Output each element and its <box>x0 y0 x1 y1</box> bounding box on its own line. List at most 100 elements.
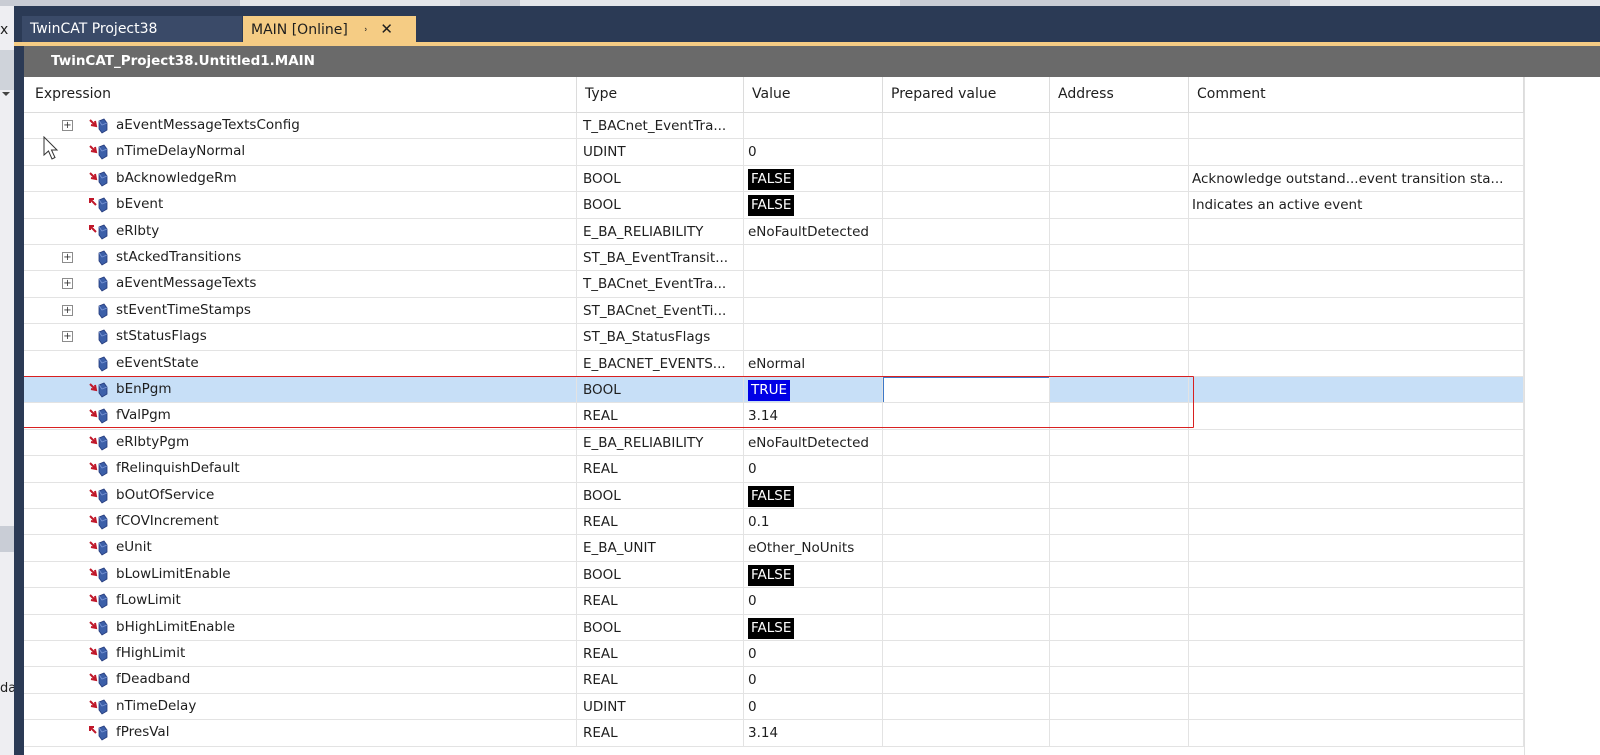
value-cell[interactable]: FALSE <box>744 561 883 589</box>
prepared-value-cell[interactable] <box>883 192 1050 219</box>
value-cell[interactable]: FALSE <box>744 614 883 641</box>
table-row[interactable]: bHighLimitEnable BOOL FALSE <box>24 614 1524 641</box>
value-cell[interactable]: 3.14 <box>744 720 883 747</box>
value-cell[interactable]: 0 <box>744 139 883 166</box>
expand-plus-icon[interactable]: + <box>62 331 73 343</box>
prepared-value-cell[interactable] <box>883 165 1050 193</box>
expression-cell[interactable]: fHighLimit <box>24 641 577 668</box>
expression-cell[interactable]: bHighLimitEnable <box>24 614 577 641</box>
expression-cell[interactable]: + aEventMessageTextsConfig <box>24 113 577 140</box>
table-row[interactable]: fDeadband REAL 0 <box>24 667 1524 694</box>
pin-icon[interactable]: ˒ <box>364 23 368 37</box>
column-header-address[interactable]: Address <box>1050 77 1189 112</box>
table-row[interactable]: bAcknowledgeRm BOOL FALSE Acknowledge outst… <box>24 165 1524 193</box>
table-row[interactable]: eUnit E_BA_UNIT eOther_NoUnits <box>24 535 1524 562</box>
table-row[interactable]: nTimeDelayNormal UDINT 0 <box>24 139 1524 166</box>
column-header-type[interactable]: Type <box>577 77 744 112</box>
expression-cell[interactable]: fValPgm <box>24 403 577 430</box>
table-row[interactable]: bOutOfService BOOL FALSE <box>24 482 1524 509</box>
expression-cell[interactable]: fPresVal <box>24 720 577 747</box>
left-panel-close-icon[interactable]: x <box>0 22 8 38</box>
prepared-value-cell[interactable] <box>883 245 1050 272</box>
expression-cell[interactable]: fCOVIncrement <box>24 509 577 536</box>
prepared-value-cell[interactable] <box>883 377 1050 404</box>
expand-plus-icon[interactable]: + <box>62 278 73 290</box>
table-row[interactable]: fValPgm REAL 3.14 <box>24 403 1524 430</box>
table-row[interactable]: + stStatusFlags ST_BA_StatusFlags <box>24 324 1524 351</box>
prepared-value-cell[interactable] <box>883 667 1050 694</box>
value-cell[interactable] <box>744 324 883 351</box>
value-cell[interactable]: FALSE <box>744 482 883 509</box>
prepared-value-cell[interactable] <box>883 271 1050 298</box>
prepared-value-cell[interactable] <box>883 561 1050 589</box>
value-cell[interactable] <box>744 245 883 272</box>
expression-cell[interactable]: + stStatusFlags <box>24 324 577 351</box>
expression-cell[interactable]: bEvent <box>24 192 577 219</box>
prepared-value-cell[interactable] <box>883 482 1050 509</box>
tab-main-online[interactable]: MAIN [Online] ˒ ✕ <box>243 16 416 42</box>
prepared-value-cell[interactable] <box>883 588 1050 615</box>
value-cell[interactable]: 0 <box>744 667 883 694</box>
value-cell[interactable]: 3.14 <box>744 403 883 430</box>
expand-plus-icon[interactable]: + <box>62 304 73 316</box>
expression-cell[interactable]: fRelinquishDefault <box>24 456 577 483</box>
prepared-value-cell[interactable] <box>883 139 1050 166</box>
table-row[interactable]: + stEventTimeStamps ST_BACnet_EventTi... <box>24 297 1524 325</box>
prepared-value-cell[interactable] <box>883 350 1050 377</box>
value-cell[interactable] <box>744 271 883 298</box>
value-cell[interactable] <box>744 297 883 325</box>
left-panel-selected-item[interactable] <box>0 526 14 552</box>
expression-cell[interactable]: bAcknowledgeRm <box>24 165 577 193</box>
table-row[interactable]: + aEventMessageTextsConfig T_BACnet_EventT… <box>24 113 1524 140</box>
table-row[interactable]: nTimeDelay UDINT 0 <box>24 693 1524 721</box>
table-row[interactable]: + aEventMessageTexts T_BACnet_EventTra... <box>24 271 1524 298</box>
value-cell[interactable]: 0 <box>744 693 883 721</box>
column-header-expression[interactable]: Expression <box>24 77 577 112</box>
expression-cell[interactable]: eRlbtyPgm <box>24 429 577 457</box>
value-cell[interactable]: TRUE <box>744 377 883 404</box>
column-header-prepared-value[interactable]: Prepared value <box>883 77 1050 112</box>
expression-cell[interactable]: nTimeDelay <box>24 693 577 721</box>
expression-cell[interactable]: eUnit <box>24 535 577 562</box>
expand-plus-icon[interactable]: + <box>62 252 73 263</box>
expression-cell[interactable]: + stEventTimeStamps <box>24 297 577 325</box>
expression-cell[interactable]: eEventState <box>24 350 577 377</box>
left-panel-combo[interactable] <box>0 50 14 90</box>
expression-cell[interactable]: eRlbty <box>24 218 577 245</box>
expression-cell[interactable]: nTimeDelayNormal <box>24 139 577 166</box>
value-cell[interactable]: eNoFaultDetected <box>744 429 883 457</box>
prepared-value-input[interactable] <box>883 377 1049 403</box>
table-row[interactable]: bLowLimitEnable BOOL FALSE <box>24 561 1524 589</box>
column-header-value[interactable]: Value <box>744 77 883 112</box>
tab-twincat-project38[interactable]: TwinCAT Project38 <box>22 16 242 42</box>
expression-cell[interactable]: bLowLimitEnable <box>24 561 577 589</box>
table-row[interactable]: fLowLimit REAL 0 <box>24 588 1524 615</box>
value-cell[interactable]: eNormal <box>744 350 883 377</box>
expression-cell[interactable]: + stAckedTransitions <box>24 245 577 272</box>
prepared-value-cell[interactable] <box>883 324 1050 351</box>
prepared-value-cell[interactable] <box>883 456 1050 483</box>
value-cell[interactable]: 0.1 <box>744 509 883 536</box>
table-row[interactable]: eEventState E_BACNET_EVENTS... eNormal <box>24 350 1524 377</box>
expression-cell[interactable]: + aEventMessageTexts <box>24 271 577 298</box>
prepared-value-cell[interactable] <box>883 403 1050 430</box>
prepared-value-cell[interactable] <box>883 720 1050 747</box>
table-row[interactable]: fPresVal REAL 3.14 <box>24 720 1524 747</box>
table-row[interactable]: fRelinquishDefault REAL 0 <box>24 456 1524 483</box>
value-cell[interactable]: FALSE <box>744 192 883 219</box>
prepared-value-cell[interactable] <box>883 429 1050 457</box>
column-header-comment[interactable]: Comment <box>1189 77 1524 112</box>
table-row[interactable]: + stAckedTransitions ST_BA_EventTransit... <box>24 245 1524 272</box>
prepared-value-cell[interactable] <box>883 535 1050 562</box>
prepared-value-cell[interactable] <box>883 509 1050 536</box>
table-row[interactable]: eRlbtyPgm E_BA_RELIABILITY eNoFaultDetecte… <box>24 429 1524 457</box>
prepared-value-cell[interactable] <box>883 218 1050 245</box>
table-row[interactable]: fHighLimit REAL 0 <box>24 641 1524 668</box>
prepared-value-cell[interactable] <box>883 641 1050 668</box>
value-cell[interactable]: FALSE <box>744 165 883 193</box>
prepared-value-cell[interactable] <box>883 693 1050 721</box>
table-row[interactable]: eRlbty E_BA_RELIABILITY eNoFaultDetected <box>24 218 1524 245</box>
value-cell[interactable]: 0 <box>744 588 883 615</box>
expression-cell[interactable]: bOutOfService <box>24 482 577 509</box>
value-cell[interactable]: 0 <box>744 641 883 668</box>
